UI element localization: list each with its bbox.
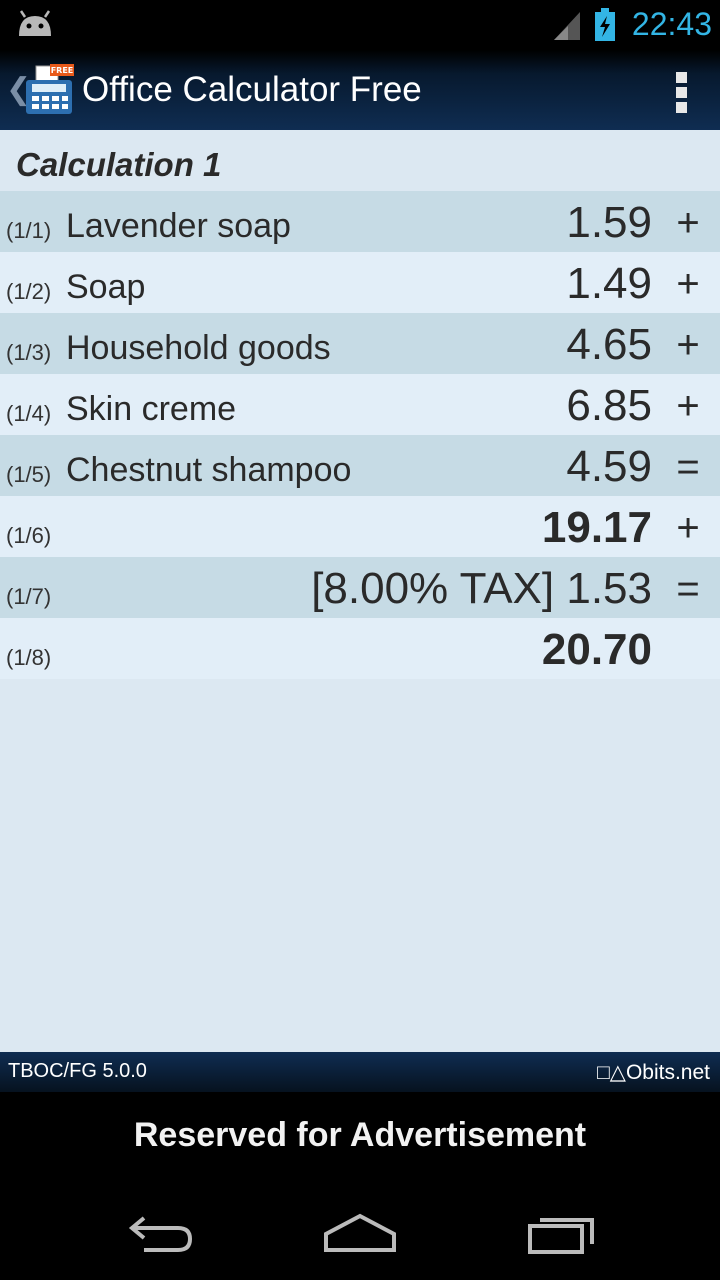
system-nav-bar [0,1192,720,1280]
row-label: Household goods [66,329,331,367]
row-index: (1/2) [6,279,52,304]
row-value: 1.59 [566,198,652,247]
version-label: TBOC/FG 5.0.0 [8,1060,147,1082]
row-index: (1/6) [6,523,52,548]
row-index: (1/1) [6,218,52,243]
home-icon[interactable] [322,1208,398,1258]
battery-charging-icon [595,8,615,41]
ad-banner[interactable]: Reserved for Advertisement [0,1092,720,1192]
row-label: Soap [66,268,146,306]
tape-row-subtotal[interactable]: (1/6) 19.17 + [0,496,720,557]
row-operator: = [676,567,700,611]
tape-row[interactable]: (1/4) Skin creme 6.85 + [0,374,720,435]
tape-row[interactable]: (1/2) Soap 1.49 + [0,252,720,313]
status-bar: 22:43 [0,0,720,50]
tape-row[interactable]: (1/5) Chestnut shampoo 4.59 = [0,435,720,496]
calculator-app-icon[interactable]: FREE [24,64,74,116]
row-index: (1/8) [6,645,52,670]
action-bar: ❮ FREE Office Calculator Free [0,50,720,130]
ad-text: Reserved for Advertisement [133,1116,587,1154]
row-operator: + [676,384,700,428]
brand-link[interactable]: □△Obits.net [597,1060,710,1085]
calculation-tape: (1/1) Lavender soap 1.59 + (1/2) Soap 1.… [0,191,720,679]
tape-row[interactable]: (1/3) Household goods 4.65 + [0,313,720,374]
row-index: (1/5) [6,462,52,487]
row-value: 19.17 [541,503,652,552]
row-label: Skin creme [66,390,237,428]
tape-row-total[interactable]: (1/8) 20.70 [0,618,720,679]
row-label: Chestnut shampoo [66,451,352,489]
app-title: Office Calculator Free [82,70,422,109]
calculation-title: Calculation 1 [16,146,222,183]
row-operator: + [676,201,700,245]
row-operator: + [676,262,700,306]
row-value: 1.49 [566,259,652,308]
footer-strip: TBOC/FG 5.0.0 □△Obits.net [0,1052,720,1092]
row-value: 6.85 [566,381,652,430]
recent-apps-icon[interactable] [526,1208,598,1258]
row-value: [8.00% TAX] 1.53 [311,564,652,613]
row-index: (1/3) [6,340,52,365]
row-operator: + [676,506,700,550]
row-label: Lavender soap [66,207,291,245]
row-value: 20.70 [541,625,652,674]
free-badge: FREE [51,66,74,75]
row-index: (1/7) [6,584,52,609]
overflow-menu-icon[interactable] [668,70,696,114]
tape-row-tax[interactable]: (1/7) [8.00% TAX] 1.53 = [0,557,720,618]
clock: 22:43 [631,6,712,42]
row-value: 4.65 [566,320,652,369]
row-value: 4.59 [566,442,652,491]
row-operator: + [676,323,700,367]
row-operator: = [676,445,700,489]
tape-row[interactable]: (1/1) Lavender soap 1.59 + [0,191,720,252]
calculation-view: Calculation 1 (1/1) Lavender soap 1.59 +… [0,130,720,1052]
back-icon[interactable] [124,1208,196,1258]
android-icon [19,10,51,36]
row-index: (1/4) [6,401,52,426]
signal-icon [554,12,580,40]
